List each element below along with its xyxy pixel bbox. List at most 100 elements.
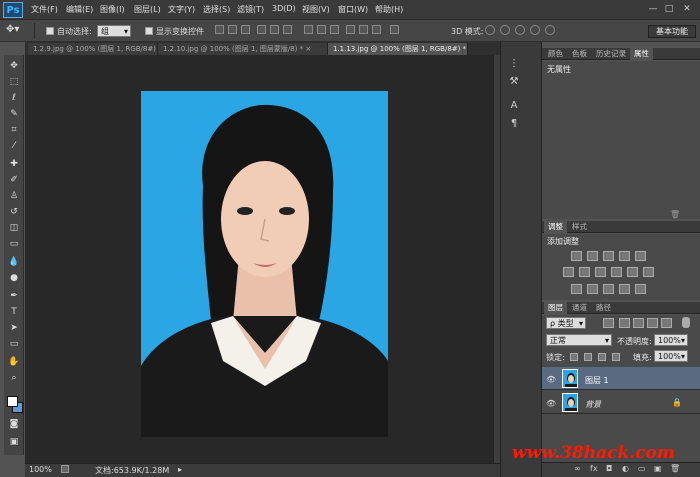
character-icon[interactable]: A (507, 100, 521, 112)
exposure-adjust-icon[interactable] (619, 251, 630, 261)
vertical-scrollbar[interactable] (493, 55, 500, 463)
menu-filter[interactable]: 滤镜(T) (237, 4, 264, 15)
lock-position-icon[interactable] (598, 353, 606, 361)
type-tool-icon[interactable]: T (7, 306, 21, 318)
3d-rotate-icon[interactable] (485, 25, 495, 35)
healing-brush-tool-icon[interactable]: ✚ (7, 158, 21, 170)
brush-tool-icon[interactable]: ✐ (7, 174, 21, 186)
menu-type[interactable]: 文字(Y) (168, 4, 195, 15)
curves-adjust-icon[interactable] (603, 251, 614, 261)
brush-preset-icon[interactable]: ⋮ (507, 58, 521, 70)
tab-history[interactable]: 历史记录 (592, 48, 630, 60)
align-right-icon[interactable] (283, 25, 292, 34)
3d-slide-icon[interactable] (530, 25, 540, 35)
menu-edit[interactable]: 编辑(E) (66, 4, 93, 15)
menu-layer[interactable]: 图层(L) (134, 4, 161, 15)
path-select-tool-icon[interactable]: ➤ (7, 322, 21, 334)
threshold-adjust-icon[interactable] (603, 284, 614, 294)
photo-filter-adjust-icon[interactable] (611, 267, 622, 277)
brightness-adjust-icon[interactable] (571, 251, 582, 261)
black-white-adjust-icon[interactable] (595, 267, 606, 277)
portrait-photo[interactable] (141, 91, 388, 437)
show-transform-checkbox[interactable] (145, 27, 153, 35)
new-adjustment-icon[interactable]: ◐ (622, 464, 629, 473)
layer-style-icon[interactable]: fx (590, 464, 598, 473)
gradient-tool-icon[interactable]: ▭ (7, 238, 21, 250)
doc-tab-1[interactable]: 1.2.9.jpg @ 100% (图层 1, RGB/8#) * × (28, 43, 158, 55)
3d-drag-icon[interactable] (515, 25, 525, 35)
auto-align-icon[interactable] (390, 25, 399, 34)
filter-pixel-icon[interactable] (603, 318, 614, 328)
color-lookup-adjust-icon[interactable] (643, 267, 654, 277)
tab-properties[interactable]: 属性 (630, 48, 653, 60)
zoom-level[interactable]: 100% (29, 465, 52, 474)
doc-tab-3[interactable]: 1.1.13.jpg @ 100% (图层 1, RGB/8#) * × (328, 43, 468, 55)
blend-mode-dropdown[interactable]: 正常 ▾ (546, 334, 612, 346)
distribute-vcenter-icon[interactable] (317, 25, 326, 34)
close-window-button[interactable]: ✕ (680, 3, 694, 16)
channel-mixer-adjust-icon[interactable] (627, 267, 638, 277)
marquee-tool-icon[interactable]: ⬚ (7, 76, 21, 88)
3d-roll-icon[interactable] (500, 25, 510, 35)
levels-adjust-icon[interactable] (587, 251, 598, 261)
tool-presets-icon[interactable]: ⚒ (507, 76, 521, 88)
distribute-top-icon[interactable] (304, 25, 313, 34)
distribute-bottom-icon[interactable] (330, 25, 339, 34)
align-hcenter-icon[interactable] (270, 25, 279, 34)
tab-styles[interactable]: 样式 (568, 221, 591, 233)
clone-stamp-tool-icon[interactable]: ♙ (7, 190, 21, 202)
dodge-tool-icon[interactable]: ● (7, 272, 21, 284)
crop-tool-icon[interactable]: ⌗ (7, 124, 21, 136)
rectangle-tool-icon[interactable]: ▭ (7, 338, 21, 350)
layer-name[interactable]: 图层 1 (585, 375, 609, 386)
lock-transparent-icon[interactable] (570, 353, 578, 361)
status-arrow-icon[interactable]: ▸ (178, 465, 182, 474)
menu-file[interactable]: 文件(F) (31, 4, 58, 15)
align-bottom-icon[interactable] (241, 25, 250, 34)
tab-adjustments[interactable]: 调整 (544, 221, 567, 233)
new-group-icon[interactable]: ▭ (638, 464, 646, 473)
menu-image[interactable]: 图像(I) (100, 4, 125, 15)
foreground-color-swatch[interactable] (7, 396, 18, 407)
tab-layers[interactable]: 图层 (544, 302, 567, 314)
lock-pixels-icon[interactable] (584, 353, 592, 361)
quick-select-tool-icon[interactable]: ✎ (7, 108, 21, 120)
distribute-hcenter-icon[interactable] (359, 25, 368, 34)
opacity-field[interactable]: 100% ▾ (654, 334, 688, 346)
invert-adjust-icon[interactable] (571, 284, 582, 294)
color-balance-adjust-icon[interactable] (579, 267, 590, 277)
hand-tool-icon[interactable]: ✋ (7, 356, 21, 368)
delete-layer-icon[interactable]: 🗑 (670, 464, 680, 473)
lasso-tool-icon[interactable]: ℓ (7, 92, 21, 104)
3d-scale-icon[interactable] (545, 25, 555, 35)
tab-channels[interactable]: 通道 (568, 302, 591, 314)
hue-saturation-adjust-icon[interactable] (563, 267, 574, 277)
layer-name[interactable]: 背景 (585, 399, 601, 410)
menu-select[interactable]: 选择(S) (203, 4, 230, 15)
history-brush-tool-icon[interactable]: ↺ (7, 206, 21, 218)
filter-adjustment-icon[interactable] (619, 318, 630, 328)
status-icon[interactable] (61, 465, 69, 473)
move-tool-icon[interactable]: ✥▾ (6, 24, 19, 35)
tab-color[interactable]: 颜色 (544, 48, 567, 60)
screen-mode-icon[interactable]: ▣ (7, 436, 21, 448)
filter-shape-icon[interactable] (647, 318, 658, 328)
gradient-map-adjust-icon[interactable] (619, 284, 630, 294)
doc-tab-2[interactable]: 1.2.10.jpg @ 100% (图层 1, 图层蒙版/8) * × (158, 43, 328, 55)
eraser-tool-icon[interactable]: ◫ (7, 222, 21, 234)
tab-paths[interactable]: 路径 (592, 302, 615, 314)
blur-tool-icon[interactable]: 💧 (7, 256, 21, 268)
distribute-left-icon[interactable] (346, 25, 355, 34)
filter-toggle-icon[interactable] (682, 317, 690, 328)
menu-view[interactable]: 视图(V) (302, 4, 330, 15)
selective-color-adjust-icon[interactable] (635, 284, 646, 294)
align-top-icon[interactable] (215, 25, 224, 34)
eye-icon[interactable]: 👁 (546, 399, 556, 408)
tab-swatches[interactable]: 色板 (568, 48, 591, 60)
filter-smart-icon[interactable] (661, 318, 672, 328)
workspace-button[interactable]: 基本功能 (648, 25, 696, 38)
menu-help[interactable]: 帮助(H) (375, 4, 403, 15)
align-left-icon[interactable] (257, 25, 266, 34)
vibrance-adjust-icon[interactable] (635, 251, 646, 261)
menu-3d[interactable]: 3D(D) (272, 4, 296, 13)
